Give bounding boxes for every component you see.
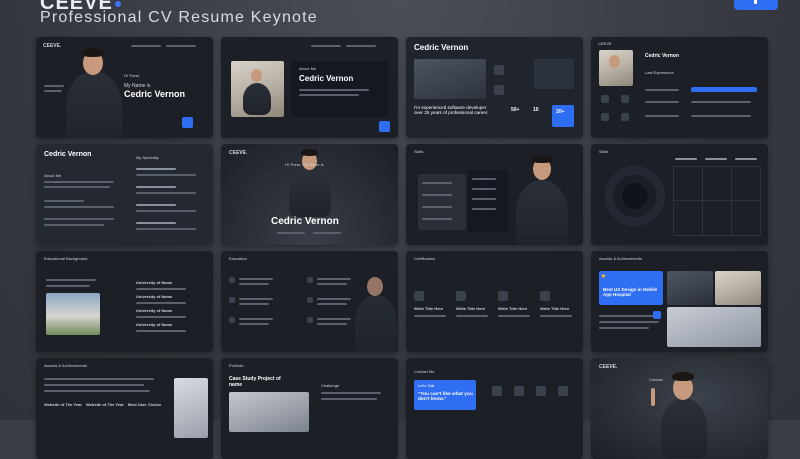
slide-logo: CEEVE: [598, 41, 612, 46]
section-title: Awards & Achievements: [44, 363, 88, 368]
stat-3: 20+: [556, 109, 565, 115]
lets-talk-label: Let's Talk: [418, 383, 435, 388]
section-title: Education: [229, 256, 247, 261]
x-icon[interactable]: [558, 386, 568, 396]
person-name: Cedric Vernon: [44, 151, 92, 158]
section-title: Awards & Achievements: [599, 256, 643, 261]
slide-14[interactable]: Portfolio Case Study Project of name Cha…: [221, 358, 398, 459]
cert-title: Write Title Here: [540, 306, 570, 311]
slide-10[interactable]: Education: [221, 251, 398, 352]
person-name: Cedric Vernon: [645, 53, 679, 59]
instagram-icon[interactable]: [492, 386, 502, 396]
slide-3[interactable]: Cedric Vernon I'm experienced software d…: [406, 37, 583, 138]
whatsapp-icon[interactable]: [514, 386, 524, 396]
skill-rings-graphic: [605, 166, 665, 226]
download-button[interactable]: [734, 0, 778, 10]
person-name: Cedric Vernon: [299, 74, 354, 83]
person-figure: [66, 71, 122, 138]
cert-title: Write Title Here: [414, 306, 444, 311]
slide-9[interactable]: Educational Background University of Nam…: [36, 251, 213, 352]
slide-16[interactable]: CEEVE. Contact: [591, 358, 768, 459]
slide-7[interactable]: Skills: [406, 144, 583, 245]
person-name: Cedric Vernon: [414, 43, 469, 52]
section-title: Educational Background: [44, 256, 88, 261]
about-label: About Me: [299, 66, 317, 71]
linkedin-icon[interactable]: [536, 386, 546, 396]
slide-5[interactable]: Cedric Vernon About Me My Specialty: [36, 144, 213, 245]
section-title: Contact Me: [414, 369, 435, 374]
award-2: Website of The Year: [86, 402, 124, 407]
greeting-text: Hi There,: [124, 73, 141, 78]
page-title: Professional CV Resume Keynote: [40, 9, 318, 26]
section-title: Portfolio: [229, 363, 244, 368]
contact-quote: "You can't like what you don't know.": [418, 392, 473, 402]
case-study-title: Case Study Project of name: [229, 376, 281, 388]
slide-12[interactable]: Awards & Achievements 🏆 Best UX Design i…: [591, 251, 768, 352]
slide-13[interactable]: Awards & Achievements Website of The Yea…: [36, 358, 213, 459]
specialty-label: My Specialty: [136, 155, 159, 160]
slide-logo: CEEVE.: [43, 43, 62, 49]
person-name: Cedric Vernon: [271, 216, 339, 227]
cert-title: Write Title Here: [456, 306, 486, 311]
brand-dot-icon: [114, 0, 121, 7]
skills-label: Skills: [599, 149, 609, 154]
skills-label: Skills: [414, 149, 424, 154]
slide-1[interactable]: CEEVE. Hi There, My Name is Cedric Verno…: [36, 37, 213, 138]
laptop-photo: [414, 59, 486, 99]
contact-label: Contact: [649, 377, 663, 382]
slide-6[interactable]: CEEVE. Hi There, My Name is Cedric Verno…: [221, 144, 398, 245]
slide-15[interactable]: Contact Me Let's Talk "You can't like wh…: [406, 358, 583, 459]
down-arrow-button[interactable]: [182, 117, 193, 128]
school-name: University of Name: [136, 294, 173, 299]
award-3: Best User Choice: [128, 402, 162, 407]
section-title: Certification: [414, 256, 436, 261]
slide-2[interactable]: About Me Cedric Vernon: [221, 37, 398, 138]
award-1: Website of The Year: [44, 402, 82, 407]
experience-label: Last Experience: [645, 70, 674, 75]
school-name: University of Name: [136, 322, 173, 327]
slide-logo: CEEVE.: [599, 364, 618, 370]
about-label: About Me: [44, 173, 62, 178]
stat-2: 10: [533, 107, 539, 113]
person-name: Cedric Vernon: [124, 89, 186, 99]
download-icon: [754, 0, 757, 4]
slide-logo: CEEVE.: [229, 150, 248, 156]
slide-grid: CEEVE. Hi There, My Name is Cedric Verno…: [36, 37, 768, 459]
slide-11[interactable]: Certification Write Title Here Write Tit…: [406, 251, 583, 352]
slide-4[interactable]: CEEVE Cedric Vernon Last Experience: [591, 37, 768, 138]
award-title: Best UX Design in Mobile App Hospital: [603, 287, 658, 297]
slide-8[interactable]: Skills: [591, 144, 768, 245]
school-name: University of Name: [136, 280, 173, 285]
stat-1: 50+: [511, 107, 520, 113]
university-photo: [46, 293, 100, 335]
challenge-label: Challenge: [321, 383, 340, 388]
school-name: University of Name: [136, 308, 173, 313]
intro-quote: I'm experienced software developer over …: [414, 105, 489, 115]
cert-title: Write Title Here: [498, 306, 528, 311]
greeting-text: Hi There, My Name is: [285, 162, 324, 167]
